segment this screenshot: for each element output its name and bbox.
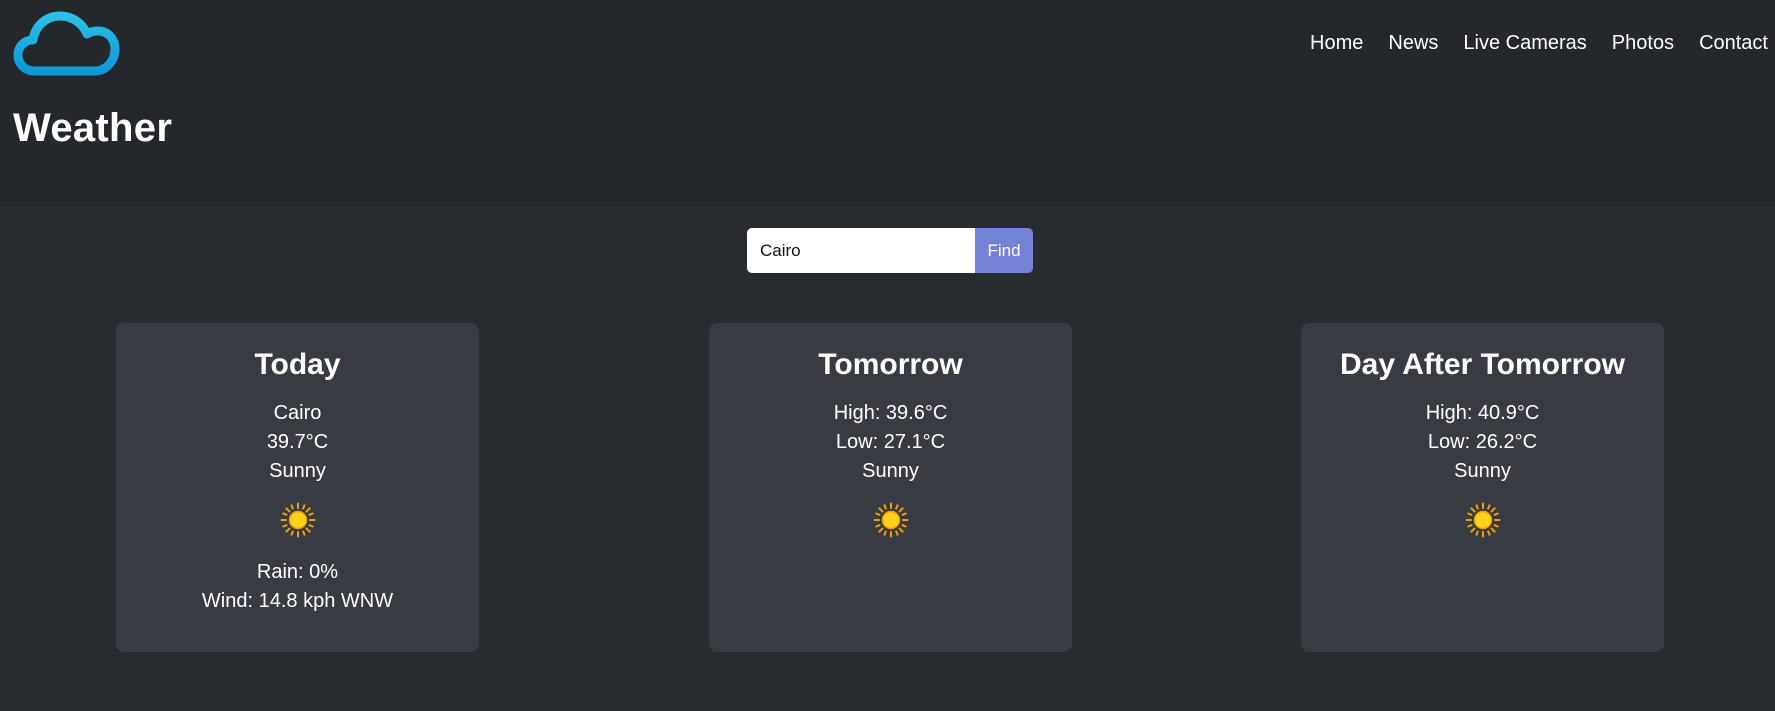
sun-icon: [1465, 502, 1500, 538]
rain-chance: Rain: 0%: [256, 561, 339, 583]
nav-news[interactable]: News: [1388, 28, 1438, 58]
nav-photos[interactable]: Photos: [1612, 28, 1674, 58]
cloud-icon[interactable]: [13, 10, 120, 78]
card-title: Tomorrow: [818, 348, 963, 381]
condition-text: Sunny: [862, 460, 919, 482]
city-search-input[interactable]: [747, 228, 975, 273]
high-temperature: High: 40.9°C: [1425, 402, 1540, 424]
nav-live-cameras[interactable]: Live Cameras: [1463, 28, 1586, 58]
main-nav: Home News Live Cameras Photos Contact: [1310, 28, 1775, 58]
city-name: Cairo: [273, 402, 322, 424]
nav-home[interactable]: Home: [1310, 28, 1363, 58]
site-header: Weather Home News Live Cameras Photos Co…: [0, 0, 1775, 202]
card-title: Day After Tomorrow: [1339, 348, 1626, 381]
forecast-card-tomorrow: Tomorrow High: 39.6°C Low: 27.1°C Sunny: [709, 323, 1072, 652]
nav-contact[interactable]: Contact: [1699, 28, 1768, 58]
sun-icon: [280, 502, 315, 538]
sun-icon: [873, 502, 908, 538]
condition-text: Sunny: [269, 460, 326, 482]
find-button[interactable]: Find: [975, 228, 1033, 273]
wind-info: Wind: 14.8 kph WNW: [201, 590, 394, 612]
search-form: Find: [747, 228, 1033, 273]
card-title: Today: [254, 348, 341, 381]
forecast-card-today: Today Cairo 39.7°C Sunny Rain: 0% Wind: …: [116, 323, 479, 652]
current-temperature: 39.7°C: [266, 431, 329, 453]
high-temperature: High: 39.6°C: [833, 402, 948, 424]
page-title: Weather: [13, 106, 173, 150]
low-temperature: Low: 27.1°C: [835, 431, 946, 453]
condition-text: Sunny: [1454, 460, 1511, 482]
low-temperature: Low: 26.2°C: [1427, 431, 1538, 453]
forecast-card-day-after: Day After Tomorrow High: 40.9°C Low: 26.…: [1301, 323, 1664, 652]
